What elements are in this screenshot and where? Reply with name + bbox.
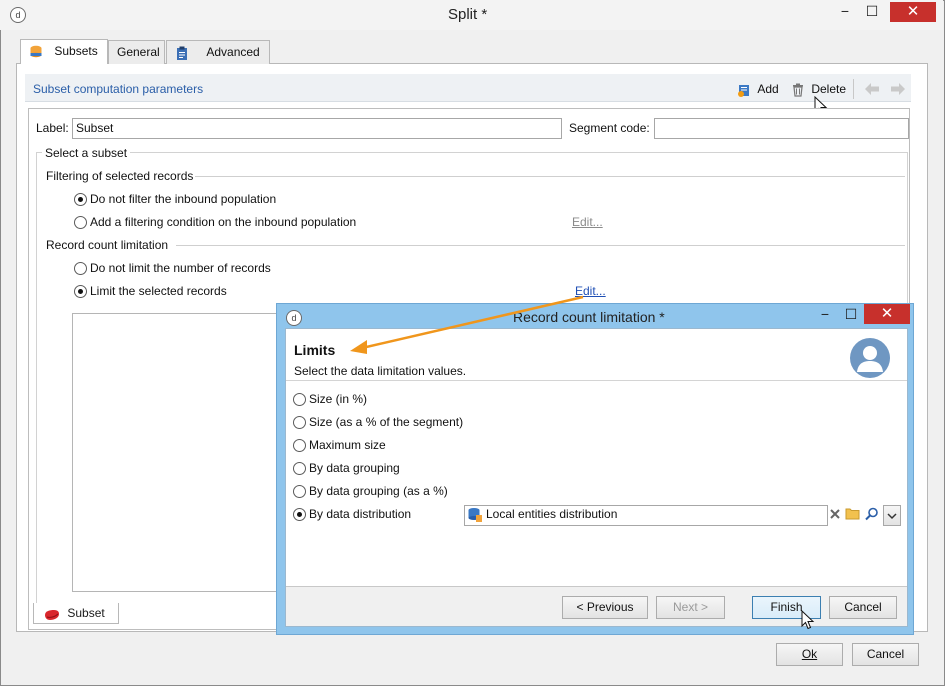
cancel-label: Cancel	[866, 647, 905, 661]
finish-cursor-icon	[801, 609, 815, 633]
label-input[interactable]: Subset	[72, 118, 562, 139]
distribution-value: Local entities distribution	[486, 507, 618, 521]
subset-list[interactable]	[72, 313, 292, 592]
segment-code-input[interactable]	[654, 118, 909, 139]
maximize-button[interactable]: ☐	[859, 2, 885, 22]
radio-max-size[interactable]	[293, 439, 306, 452]
radio-limit[interactable]	[74, 285, 87, 298]
annotation-arrow	[350, 295, 584, 354]
clipboard-icon	[175, 45, 189, 60]
radio-add-filter[interactable]	[74, 216, 87, 229]
option-data-grouping-percent: By data grouping (as a %)	[309, 484, 448, 498]
previous-button[interactable]: < Previous	[562, 596, 648, 619]
dialog-maximize-button[interactable]: ☐	[838, 305, 864, 325]
cancel-button[interactable]: Cancel	[852, 643, 919, 666]
add-filter-label: Add a filtering condition on the inbound…	[90, 215, 357, 229]
ok-button[interactable]: Ok	[776, 643, 843, 666]
no-filter-label: Do not filter the inbound population	[90, 192, 277, 206]
segment-code-caption: Segment code:	[569, 121, 650, 135]
previous-label: < Previous	[576, 600, 634, 614]
delete-button[interactable]: Delete	[791, 81, 846, 97]
folder-icon[interactable]	[845, 507, 860, 523]
dialog-app-icon: d	[286, 310, 302, 326]
app-icon: d	[10, 7, 26, 23]
tab-subsets-label: Subsets	[54, 44, 98, 58]
radio-data-grouping[interactable]	[293, 462, 306, 475]
add-label: Add	[757, 82, 779, 96]
option-max-size: Maximum size	[309, 438, 386, 452]
minimize-button[interactable]: −	[832, 2, 858, 22]
radio-data-grouping-percent[interactable]	[293, 485, 306, 498]
limit-label: Limit the selected records	[90, 284, 227, 298]
tab-advanced-label: Advanced	[206, 45, 260, 59]
radio-size-percent[interactable]	[293, 393, 306, 406]
label-caption: Label:	[36, 121, 69, 135]
add-icon	[737, 83, 751, 97]
arrow-right-icon[interactable]	[890, 82, 906, 99]
filtering-heading: Filtering of selected records	[46, 169, 194, 183]
limits-description: Select the data limitation values.	[294, 364, 467, 378]
radio-size-segment[interactable]	[293, 416, 306, 429]
option-data-grouping: By data grouping	[309, 461, 400, 475]
dropdown-button[interactable]	[883, 505, 901, 526]
tab-general-label: General	[117, 45, 160, 59]
subset-tab-label: Subset	[67, 606, 105, 620]
clear-icon[interactable]	[829, 508, 841, 523]
window-title: Split *	[448, 6, 488, 23]
toolbar-separator	[853, 79, 854, 99]
option-size-segment: Size (as a % of the segment)	[309, 415, 464, 429]
ok-label: Ok	[801, 647, 818, 661]
limits-heading: Limits	[294, 342, 336, 358]
chevron-down-icon	[887, 513, 897, 520]
next-button[interactable]: Next >	[656, 596, 725, 619]
filtering-divider	[195, 176, 905, 177]
no-limit-label: Do not limit the number of records	[90, 261, 271, 275]
dialog-cancel-button[interactable]: Cancel	[829, 596, 897, 619]
dialog-close-button[interactable]: ✕	[864, 304, 910, 324]
section-title: Subset computation parameters	[33, 82, 204, 96]
subset-icon	[44, 607, 59, 621]
count-divider	[176, 245, 905, 246]
radio-data-distribution[interactable]	[293, 508, 306, 521]
close-button[interactable]: ✕	[890, 2, 936, 22]
search-icon[interactable]	[865, 507, 879, 524]
option-size-percent: Size (in %)	[309, 392, 368, 406]
filter-edit-link[interactable]: Edit...	[572, 215, 603, 229]
user-avatar-icon	[850, 338, 890, 378]
radio-no-limit[interactable]	[74, 262, 87, 275]
option-data-distribution: By data distribution	[309, 507, 412, 521]
count-heading: Record count limitation	[46, 238, 169, 252]
database-icon	[29, 44, 43, 58]
tab-advanced[interactable]: Advanced	[166, 40, 270, 64]
add-button[interactable]: Add	[737, 81, 779, 97]
delete-label: Delete	[811, 82, 847, 96]
subset-bottom-tab[interactable]: Subset	[33, 603, 119, 624]
dialog-minimize-button[interactable]: −	[812, 305, 838, 325]
finish-label: Finish	[770, 600, 803, 614]
select-subset-label: Select a subset	[42, 146, 131, 160]
tab-subsets[interactable]: Subsets	[20, 39, 108, 64]
arrow-left-icon[interactable]	[864, 82, 880, 99]
tab-general[interactable]: General	[108, 40, 165, 64]
trash-icon	[791, 83, 805, 97]
dialog-cancel-label: Cancel	[844, 600, 882, 614]
next-label: Next >	[672, 600, 708, 614]
distribution-db-icon	[467, 507, 483, 526]
radio-no-filter[interactable]	[74, 193, 87, 206]
